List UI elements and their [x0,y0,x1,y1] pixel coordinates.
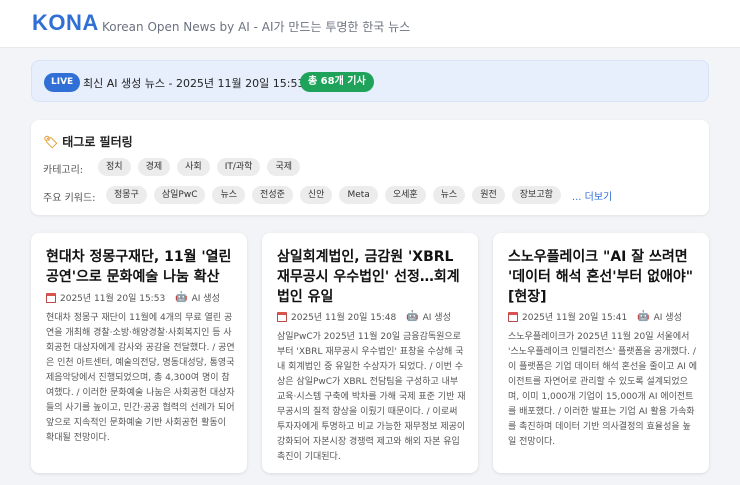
keyword-chip[interactable]: 뉴스 [212,186,246,204]
article-card[interactable]: 현대차 정몽구재단, 11월 '열린 공연'으로 문화예술 나눔 확산 2025… [31,233,247,473]
calendar-icon [508,311,518,322]
category-chip[interactable]: 사회 [177,158,210,176]
ai-generated-label: AI 생성 [653,313,682,323]
site-header: KONA Korean Open News by AI - AI가 만드는 투명… [0,0,740,48]
live-update-bar: LIVE 최신 AI 생성 뉴스 - 2025년 11월 20일 15:53 업… [31,60,709,102]
article-date: 2025년 11월 20일 15:41 [522,313,628,323]
article-summary: 스노우플레이크가 2025년 11월 20일 서울에서 '스노우플레이크 인텔리… [508,332,698,447]
article-title[interactable]: 삼일회계법인, 금감원 'XBRL 재무공시 우수법인' 선정…회계법인 유일 [277,247,467,307]
article-title[interactable]: 스노우플레이크 "AI 잘 쓰려면 '데이터 해석 혼선'부터 없애야"[현장] [508,247,698,307]
robot-icon: 🤖 [175,292,188,303]
article-title[interactable]: 현대차 정몽구재단, 11월 '열린 공연'으로 문화예술 나눔 확산 [46,247,236,287]
keyword-chip[interactable]: 원전 [472,186,505,204]
more-keywords-link[interactable]: ... 더보기 [572,188,612,203]
category-chips: 정치 경제 사회 IT/과학 국제 [98,158,300,176]
keyword-chip[interactable]: 뉴스 [432,186,466,204]
article-summary: 현대차 정몽구 재단이 11월에 4개의 무료 열린 공연을 개최해 경찰·소방… [46,313,235,443]
tag-filter-title: 🏷 태그로 필터링 [43,133,133,150]
site-tagline: Korean Open News by AI - AI가 만드는 투명한 한국 … [102,20,411,34]
keyword-label: 주요 키워드: [43,193,96,204]
article-card[interactable]: 스노우플레이크 "AI 잘 쓰려면 '데이터 해석 혼선'부터 없애야"[현장]… [493,233,709,473]
article-card[interactable]: 삼일회계법인, 금감원 'XBRL 재무공시 우수법인' 선정…회계법인 유일 … [262,233,478,473]
tag-icon: 🏷 [43,135,59,149]
article-meta: 2025년 11월 20일 15:53 🤖 AI 생성 [46,291,220,304]
keyword-chip[interactable]: 신안 [299,186,333,204]
calendar-icon [277,311,287,322]
live-badge: LIVE [44,73,81,92]
category-chip[interactable]: 국제 [267,158,300,176]
category-chip[interactable]: 정치 [98,158,131,176]
keyword-chip[interactable]: 장보고함 [511,186,561,204]
robot-icon: 🤖 [406,311,419,322]
category-label: 카테고리: [43,165,84,176]
robot-icon: 🤖 [637,311,650,322]
site-logo[interactable]: KONA [32,10,99,36]
keyword-chip[interactable]: 전성준 [252,186,293,204]
article-date: 2025년 11월 20일 15:48 [291,313,397,323]
keyword-chip[interactable]: 삼일PwC [153,186,206,204]
tag-filter-title-text: 태그로 필터링 [62,135,133,149]
keyword-chip[interactable]: Meta [339,186,378,204]
article-meta: 2025년 11월 20일 15:41 🤖 AI 생성 [508,310,682,323]
tag-filter-panel: 🏷 태그로 필터링 카테고리: 정치 경제 사회 IT/과학 국제 주요 키워드:… [31,120,709,215]
category-chip[interactable]: IT/과학 [216,158,261,176]
article-count-badge: 총 68개 기사 [300,72,374,92]
category-chip[interactable]: 경제 [137,158,171,176]
ai-generated-label: AI 생성 [191,294,220,304]
article-date: 2025년 11월 20일 15:53 [60,294,166,304]
keyword-chips: 정몽구 삼일PwC 뉴스 전성준 신안 Meta 오세훈 뉴스 원전 장보고함 … [106,186,612,204]
calendar-icon [46,292,56,303]
article-meta: 2025년 11월 20일 15:48 🤖 AI 생성 [277,310,451,323]
article-summary: 삼일PwC가 2025년 11월 20일 금융감독원으로부터 'XBRL 재무공… [277,332,466,462]
keyword-chip[interactable]: 오세훈 [384,186,426,204]
keyword-chip[interactable]: 정몽구 [106,186,147,204]
ai-generated-label: AI 생성 [422,313,451,323]
